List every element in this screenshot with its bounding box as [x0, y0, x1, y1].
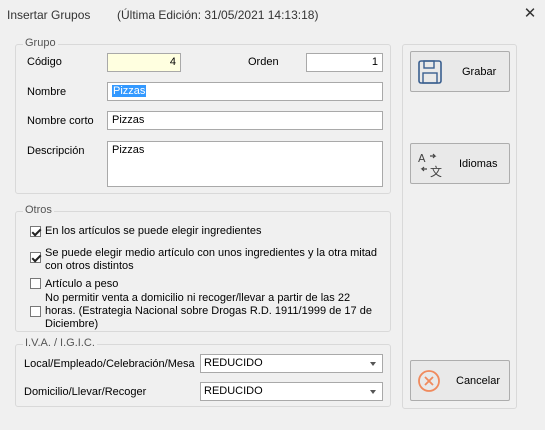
grupo-legend: Grupo [23, 37, 58, 49]
local-iva-value: REDUCIDO [204, 357, 263, 369]
svg-text:A: A [418, 152, 426, 165]
window-subtitle: (Última Edición: 31/05/2021 14:13:18) [117, 8, 319, 22]
articulo-peso-label: Artículo a peso [45, 278, 119, 290]
domicilio-iva-select[interactable]: REDUCIDO [200, 382, 383, 401]
cancel-circle-icon [418, 370, 440, 392]
nombre-label: Nombre [27, 86, 67, 98]
idiomas-label: Idiomas [459, 158, 498, 170]
codigo-label: Código [27, 56, 62, 68]
articulo-peso-checkbox[interactable] [30, 278, 41, 289]
otros-legend: Otros [23, 204, 54, 216]
local-label: Local/Empleado/Celebración/Mesa [24, 358, 195, 370]
orden-field[interactable]: 1 [306, 53, 383, 72]
ingredientes-label: En los artículos se puede elegir ingredi… [45, 225, 262, 237]
chevron-down-icon [370, 362, 376, 366]
local-iva-select[interactable]: REDUCIDO [200, 354, 383, 373]
chevron-down-icon [370, 390, 376, 394]
venta-domicilio-checkbox[interactable] [30, 306, 41, 317]
nombre-value: Pizzas [112, 85, 147, 97]
cancelar-label: Cancelar [456, 375, 501, 387]
idiomas-button[interactable]: A 文 Idiomas [410, 143, 510, 184]
cancelar-button[interactable]: Cancelar [410, 360, 510, 401]
grabar-button[interactable]: Grabar [410, 51, 510, 92]
descripcion-label: Descripción [27, 145, 85, 157]
title-bar: Insertar Grupos (Última Edición: 31/05/2… [0, 0, 545, 30]
medio-articulo-checkbox[interactable] [30, 252, 41, 263]
domicilio-iva-value: REDUCIDO [204, 385, 263, 397]
grabar-label: Grabar [462, 66, 497, 78]
nombre-corto-field[interactable]: Pizzas [107, 111, 383, 130]
floppy-disk-icon [418, 60, 442, 84]
domicilio-label: Domicilio/Llevar/Recoger [24, 386, 147, 398]
venta-domicilio-label: No permitir venta a domicilio ni recoger… [45, 292, 372, 330]
nombre-field[interactable]: Pizzas [107, 82, 383, 101]
window-title: Insertar Grupos [7, 8, 91, 22]
descripcion-textarea[interactable]: Pizzas [107, 141, 383, 187]
nombre-corto-label: Nombre corto [27, 115, 94, 127]
orden-label: Orden [248, 56, 279, 68]
button-panel [402, 44, 517, 409]
ingredientes-checkbox[interactable] [30, 226, 41, 237]
translate-icon: A 文 [418, 152, 442, 179]
medio-articulo-label: Se puede elegir medio artículo con unos … [45, 247, 378, 272]
close-icon[interactable]: ✕ [521, 4, 539, 24]
svg-text:文: 文 [430, 164, 442, 179]
iva-legend: I.V.A. / I.G.I.C. [23, 337, 97, 349]
codigo-field[interactable]: 4 [107, 53, 181, 72]
